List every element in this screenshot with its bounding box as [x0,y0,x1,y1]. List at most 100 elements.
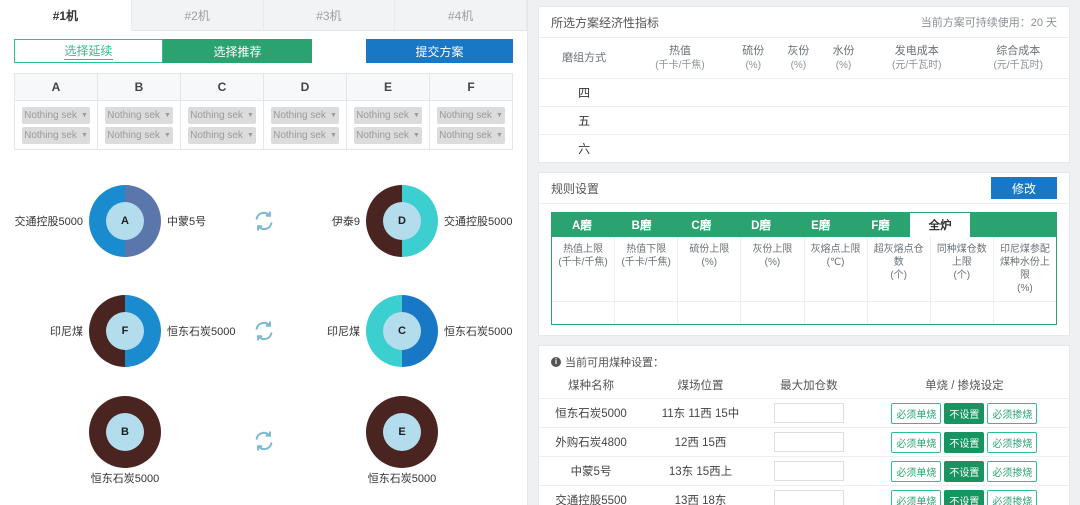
machine-tab-4[interactable]: #4机 [395,0,527,30]
econ-value-cell [776,79,821,107]
donut-unit-d: 伊泰9D交通控股5000 [277,185,527,257]
econ-value-cell [968,107,1070,135]
donut-chart-e[interactable]: E [366,396,438,468]
mill-cell-d: Nothing sek▼ Nothing sek▼ [264,101,347,149]
machine-tab-3[interactable]: #3机 [264,0,396,30]
burn-option-2[interactable]: 必须掺烧 [987,432,1037,453]
rules-tab-C磨[interactable]: C磨 [671,213,731,237]
donut-chart-d[interactable]: D [366,185,438,257]
select-recommend-button[interactable]: 选择推荐 [163,39,312,63]
burn-option-1[interactable]: 不设置 [944,432,984,453]
donut-chart-c[interactable]: C [366,295,438,367]
rules-col-name: 超灰熔点仓数 [870,243,928,269]
rules-col-0: 热值上限(千卡/千焦) [552,237,615,302]
burn-option-2[interactable]: 必须掺烧 [987,403,1037,424]
rules-tab-F磨[interactable]: F磨 [851,213,911,237]
econ-value-cell [731,107,776,135]
coal-select-e-1[interactable]: Nothing sek▼ [354,107,422,124]
econ-col-unit: (%) [731,59,776,73]
coal-burn-setting-cell: 必须单烧不设置必须掺烧 [860,486,1069,505]
rules-value-6[interactable] [931,302,994,324]
chevron-down-icon: ▼ [496,132,503,139]
chevron-down-icon: ▼ [247,132,254,139]
burn-option-2[interactable]: 必须掺烧 [987,490,1037,505]
chevron-down-icon: ▼ [164,132,171,139]
economic-table-header-row: 磨组方式热值(千卡/千焦)硫份(%)灰份(%)水份(%)发电成本(元/千瓦时)综… [539,38,1069,79]
coal-burn-setting-cell: 必须单烧不设置必须掺烧 [860,428,1069,457]
economic-card-title: 所选方案经济性指标 [551,14,659,31]
coal-select-d-1[interactable]: Nothing sek▼ [271,107,339,124]
burn-setting-segmented-control: 必须单烧不设置必须掺烧 [891,461,1037,482]
rules-value-4[interactable] [805,302,868,324]
coal-col-2: 最大加仓数 [758,372,860,399]
coal-select-a-1[interactable]: Nothing sek▼ [22,107,90,124]
donut-center-label-e: E [383,413,421,451]
econ-value-cell [629,79,730,107]
rules-col-unit: (℃) [807,256,865,269]
coal-select-e-2[interactable]: Nothing sek▼ [354,127,422,144]
rules-value-7[interactable] [994,302,1056,324]
rules-column-header: 热值上限(千卡/千焦)热值下限(千卡/千焦)硫份上限(%)灰份上限(%)灰熔点上… [552,237,1056,302]
rules-value-5[interactable] [868,302,931,324]
machine-tab-1[interactable]: #1机 [0,0,132,31]
burn-option-0[interactable]: 必须单烧 [891,490,941,505]
select-continue-button[interactable]: 选择延续 [14,39,163,63]
chevron-down-icon: ▼ [164,112,171,119]
burn-option-1[interactable]: 不设置 [944,461,984,482]
max-silo-input[interactable] [774,461,844,481]
rules-tab-A磨[interactable]: A磨 [552,213,612,237]
swap-refresh-icon[interactable] [250,320,277,342]
coal-select-f-2[interactable]: Nothing sek▼ [437,127,505,144]
burn-option-0[interactable]: 必须单烧 [891,432,941,453]
rules-value-0[interactable] [552,302,615,324]
mill-column-header-d: D [264,74,347,100]
rules-tab-D磨[interactable]: D磨 [731,213,791,237]
burn-option-0[interactable]: 必须单烧 [891,461,941,482]
econ-col-name: 硫份 [742,45,764,57]
coal-select-f-1[interactable]: Nothing sek▼ [437,107,505,124]
mill-cell-e: Nothing sek▼ Nothing sek▼ [347,101,430,149]
econ-mode-cell: 六 [539,135,629,163]
rules-tab-B磨[interactable]: B磨 [612,213,672,237]
donut-unit-b: B恒东石炭5000 [0,396,250,486]
coal-select-c-1[interactable]: Nothing sek▼ [188,107,256,124]
coal-select-b-2[interactable]: Nothing sek▼ [105,127,173,144]
burn-option-1[interactable]: 不设置 [944,490,984,505]
coal-select-c-2[interactable]: Nothing sek▼ [188,127,256,144]
burn-option-2[interactable]: 必须掺烧 [987,461,1037,482]
economic-table: 磨组方式热值(千卡/千焦)硫份(%)灰份(%)水份(%)发电成本(元/千瓦时)综… [539,38,1069,162]
donut-label-left-c: 印尼煤 [277,323,366,339]
coal-select-b-1[interactable]: Nothing sek▼ [105,107,173,124]
coal-location-cell: 13西 18东 [643,486,758,505]
max-silo-input[interactable] [774,432,844,452]
swap-refresh-icon[interactable] [250,430,277,452]
max-silo-input[interactable] [774,490,844,505]
econ-value-cell [968,135,1070,163]
modify-rules-button[interactable]: 修改 [991,177,1057,199]
coal-table: 煤种名称煤场位置最大加仓数单烧 / 掺烧设定 恒东石炭500011东 11西 1… [539,372,1069,505]
coal-select-label: Nothing sek [24,130,77,141]
burn-setting-segmented-control: 必须单烧不设置必须掺烧 [891,403,1037,424]
rules-value-2[interactable] [678,302,741,324]
donut-chart-a[interactable]: A [89,185,161,257]
rules-tab-E磨[interactable]: E磨 [791,213,851,237]
max-silo-input[interactable] [774,403,844,423]
donut-label-left-d: 伊泰9 [277,213,366,229]
donut-chart-b[interactable]: B [89,396,161,468]
donut-chart-f[interactable]: F [89,295,161,367]
swap-refresh-icon[interactable] [250,210,277,232]
rules-value-1[interactable] [615,302,678,324]
submit-plan-button[interactable]: 提交方案 [366,39,513,63]
coal-settings-card: i 当前可用煤种设置： 煤种名称煤场位置最大加仓数单烧 / 掺烧设定 恒东石炭5… [538,345,1070,505]
rules-tab-全炉[interactable]: 全炉 [910,213,970,237]
mill-cell-f: Nothing sek▼ Nothing sek▼ [430,101,512,149]
coal-select-a-2[interactable]: Nothing sek ▼ [22,127,90,144]
machine-tab-2[interactable]: #2机 [132,0,264,30]
rules-col-5: 超灰熔点仓数(个) [868,237,931,302]
coal-select-d-2[interactable]: Nothing sek▼ [271,127,339,144]
rules-value-3[interactable] [741,302,804,324]
burn-option-1[interactable]: 不设置 [944,403,984,424]
chevron-down-icon: ▼ [81,132,88,139]
coal-table-body: 恒东石炭500011东 11西 15中必须单烧不设置必须掺烧外购石炭480012… [539,399,1069,505]
burn-option-0[interactable]: 必须单烧 [891,403,941,424]
